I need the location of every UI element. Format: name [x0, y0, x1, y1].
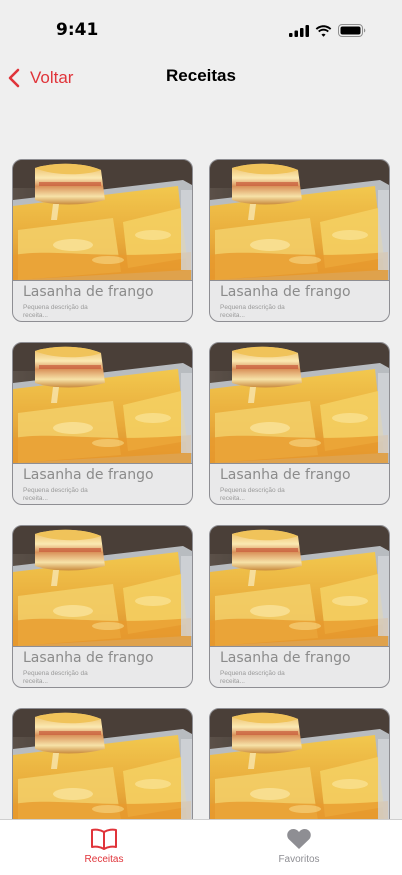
recipe-description: Pequena descrição da receita... [220, 670, 285, 685]
recipe-image [210, 343, 389, 464]
recipe-image [210, 526, 389, 647]
recipe-card[interactable]: Lasanha de frango Pequena descrição da re… [209, 525, 390, 688]
cellular-signal-icon [289, 24, 309, 37]
page-title: Receitas [166, 66, 236, 85]
recipe-description: Pequena descrição da receita... [220, 487, 285, 502]
tab-favoritos-label: Favoritos [278, 854, 320, 865]
status-time: 9:41 [56, 20, 99, 40]
recipe-description: Pequena descrição da receita... [23, 670, 88, 685]
recipe-card[interactable]: Lasanha de frango Pequena descrição da re… [209, 159, 390, 322]
wifi-icon [315, 24, 332, 37]
tab-bar: Receitas Favoritos [0, 819, 402, 875]
battery-icon [338, 24, 366, 37]
recipe-title: Lasanha de frango [220, 284, 351, 300]
recipe-grid: Lasanha de frango Pequena descrição da re… [12, 159, 390, 871]
recipe-card[interactable]: Lasanha de frango Pequena descrição da re… [12, 159, 193, 322]
recipe-image [13, 343, 192, 464]
recipe-image [13, 160, 192, 281]
heart-icon [287, 828, 311, 849]
status-bar: 9:41 [0, 0, 402, 60]
recipe-description: Pequena descrição da receita... [23, 487, 88, 502]
tab-receitas-label: Receitas [84, 854, 124, 865]
recipe-card[interactable]: Lasanha de frango Pequena descrição da re… [12, 342, 193, 505]
navigation-bar: Voltar Receitas [0, 60, 402, 96]
recipe-card[interactable]: Lasanha de frango Pequena descrição da re… [12, 525, 193, 688]
tab-favoritos[interactable]: Favoritos [239, 828, 359, 872]
recipe-image [13, 709, 192, 830]
recipe-description: Pequena descrição da receita... [220, 304, 285, 319]
recipe-card[interactable]: Lasanha de frango Pequena descrição da re… [209, 342, 390, 505]
status-icons [289, 24, 366, 37]
recipe-title: Lasanha de frango [23, 650, 154, 666]
recipe-title: Lasanha de frango [23, 284, 154, 300]
recipe-title: Lasanha de frango [23, 467, 154, 483]
book-icon [91, 828, 117, 850]
recipe-image [210, 160, 389, 281]
recipe-title: Lasanha de frango [220, 650, 351, 666]
recipe-description: Pequena descrição da receita... [23, 304, 88, 319]
recipe-title: Lasanha de frango [220, 467, 351, 483]
recipe-image [210, 709, 389, 830]
recipe-image [13, 526, 192, 647]
tab-receitas[interactable]: Receitas [44, 828, 164, 872]
